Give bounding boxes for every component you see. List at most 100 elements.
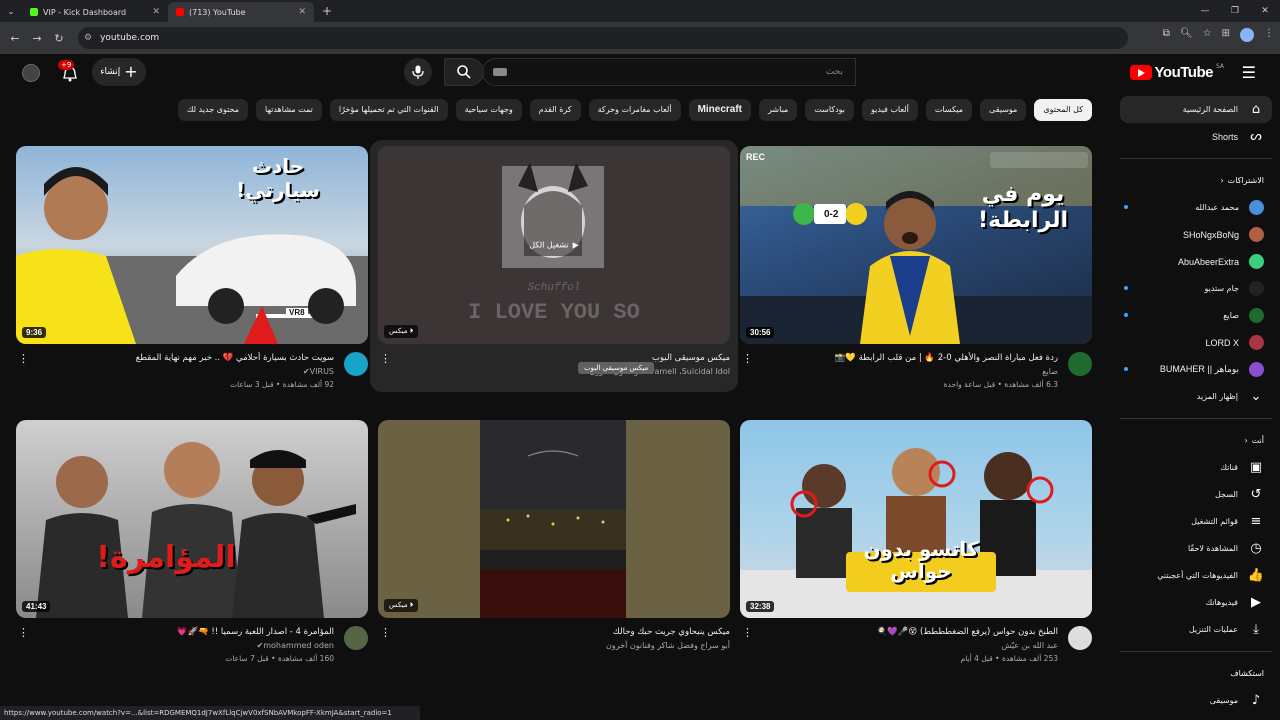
filter-chip[interactable]: كل المحتوى [1034, 99, 1092, 121]
back-icon[interactable]: ← [4, 32, 26, 45]
video-card[interactable]: كاتسو بدون حواس 32:38 الطبخ بدون حواس (ي… [740, 420, 1092, 678]
tab-close-icon[interactable]: ✕ [298, 7, 306, 17]
filter-chip[interactable]: Minecraft [688, 99, 752, 121]
more-actions-icon[interactable]: ⋮ [18, 626, 29, 639]
sidebar-item[interactable]: ▶ فيديوهاتك [1120, 589, 1272, 616]
sidebar-item[interactable]: ↺ السجل [1120, 481, 1272, 508]
sidebar-item-shorts[interactable]: ᔕ Shorts [1120, 123, 1272, 150]
sidebar-subscription-item[interactable]: صايع [1120, 302, 1272, 329]
filter-chip[interactable]: كرة القدم [529, 99, 581, 121]
play-all-overlay[interactable]: تشغيل الكل ▶ [529, 241, 579, 250]
video-thumbnail[interactable]: Schuffol I LOVE YOU SO تشغيل الكل ▶ ميكس… [378, 146, 730, 344]
channel-avatar[interactable] [1068, 626, 1092, 650]
address-bar[interactable]: ⚙ youtube.com [78, 27, 1128, 49]
more-actions-icon[interactable]: ⋮ [742, 626, 753, 639]
youtube-logo[interactable]: YouTube SA [1129, 63, 1224, 81]
more-actions-icon[interactable]: ⋮ [380, 352, 391, 365]
sidebar-subscription-item[interactable]: بوماهر || BUMAHER [1120, 356, 1272, 383]
sidebar-show-more[interactable]: ⌄ إظهار المزيد [1120, 383, 1272, 410]
video-card[interactable]: REC 0-2 يوم في الرابطة! 30:56 ردة فعل مب… [740, 146, 1092, 404]
mix-card[interactable]: ميكس ⏵ ميكس ينبحاوي جريت حبك وحالك أبو س… [378, 420, 730, 678]
video-title[interactable]: ميكس موسيقى البوب [394, 352, 730, 365]
search-button[interactable] [444, 58, 484, 86]
more-actions-icon[interactable]: ⋮ [380, 626, 391, 639]
sidebar-item[interactable]: ⤓ عمليات التنزيل [1120, 616, 1272, 643]
logo-wordmark: YouTube [1154, 64, 1214, 81]
filter-chip[interactable]: موسيقى [980, 99, 1027, 121]
channel-avatar[interactable] [344, 352, 368, 376]
browser-tab-kick[interactable]: VIP - Kick Dashboard ✕ [22, 2, 168, 22]
sidebar-subscription-item[interactable]: SHoNgxBoNg [1120, 221, 1272, 248]
video-title[interactable]: ردة فعل مباراة النصر والأهلي 0-2 🔥 | من … [756, 352, 1058, 365]
sidebar-item[interactable]: ♪ موسيقى [1120, 687, 1272, 714]
channel-name[interactable]: VIRUS✔ [16, 365, 334, 379]
kick-favicon-icon [30, 8, 38, 16]
filter-chip[interactable]: القنوات التي تم تحميلها مؤخرًا [329, 99, 448, 121]
voice-search-button[interactable] [404, 58, 432, 86]
sidebar-item[interactable]: 👍 الفيديوهات التي أعجبتني [1120, 562, 1272, 589]
minimize-icon[interactable]: — [1190, 0, 1220, 22]
filter-chip[interactable]: مباشر [759, 99, 798, 121]
sidebar-you-header[interactable]: أنت ‹ [1120, 427, 1272, 454]
cast-icon[interactable]: ⧉ [1163, 28, 1170, 42]
more-actions-icon[interactable]: ⋮ [18, 352, 29, 365]
keyboard-icon[interactable] [493, 68, 507, 76]
filter-chip[interactable]: ألعاب مغامرات وحركة [588, 99, 681, 121]
browser-tab-youtube[interactable]: (713) YouTube ✕ [168, 2, 314, 22]
video-title[interactable]: المؤامرة 4 - اصدار اللعبة رسميا !! 🔫🚀💗 [32, 626, 334, 639]
filter-chip[interactable]: ألعاب فيديو [862, 99, 918, 121]
tab-list-icon[interactable]: ⌄ [0, 7, 22, 16]
reload-icon[interactable]: ↻ [48, 32, 70, 45]
sidebar-item[interactable]: ≡ قوائم التشغيل [1120, 508, 1272, 535]
hamburger-menu-icon[interactable]: ☰ [1242, 63, 1256, 82]
video-stats: 92 ألف مشاهدة • قبل 3 ساعات [230, 380, 334, 389]
create-button[interactable]: إنشاء + [92, 58, 146, 86]
tab-close-icon[interactable]: ✕ [152, 7, 160, 17]
video-thumbnail[interactable]: ميكس ⏵ [378, 420, 730, 618]
filter-chip[interactable]: بودكاست [805, 99, 855, 121]
channel-avatar [1249, 335, 1264, 350]
sidebar-item[interactable]: ▣ قناتك [1120, 454, 1272, 481]
channel-avatar[interactable] [1068, 352, 1092, 376]
filter-chip[interactable]: محتوى جديد لك [177, 99, 248, 121]
sidebar-subscription-item[interactable]: LORD X [1120, 329, 1272, 356]
browser-menu-icon[interactable]: ⋮ [1264, 28, 1274, 42]
sidebar-item-home[interactable]: ⌂ الصفحة الرئيسية [1120, 96, 1272, 123]
extensions-icon[interactable]: ⊞ [1222, 28, 1230, 42]
maximize-icon[interactable]: ❐ [1220, 0, 1250, 22]
channel-name[interactable]: صايع [740, 365, 1058, 379]
status-url: https://www.youtube.com/watch?v=...&list… [4, 709, 392, 717]
channel-name[interactable]: mohammed oden✔ [16, 639, 334, 653]
video-thumbnail[interactable]: المؤامرة! 41:43 [16, 420, 368, 618]
sidebar-subscriptions-header[interactable]: الاشتراكات ‹ [1120, 167, 1272, 194]
filter-chip[interactable]: تمت مشاهدتها [256, 99, 322, 121]
video-title[interactable]: الطبخ بدون حواس (يرفع الضغطططط) 😵🎤💜🍳 [756, 626, 1058, 639]
video-title[interactable]: ميكس ينبحاوي جريت حبك وحالك [394, 626, 730, 639]
sidebar-subscription-item[interactable]: AbuAbeerExtra [1120, 248, 1272, 275]
close-window-icon[interactable]: ✕ [1250, 0, 1280, 22]
channel-name[interactable]: عبد الله بن عيّش [740, 639, 1058, 653]
bookmark-star-icon[interactable]: ☆ [1203, 28, 1212, 42]
sidebar-subscription-item[interactable]: جام ستديو [1120, 275, 1272, 302]
video-thumbnail[interactable]: REC 0-2 يوم في الرابطة! 30:56 [740, 146, 1092, 344]
mix-card[interactable]: Schuffol I LOVE YOU SO تشغيل الكل ▶ ميكس… [378, 146, 730, 404]
channel-avatar[interactable] [344, 626, 368, 650]
video-card[interactable]: VR8 حادث سيارتي! 9:36 سويت حادث بسيارة أ… [16, 146, 368, 404]
sidebar-subscription-item[interactable]: محمد عبدالله [1120, 194, 1272, 221]
video-thumbnail[interactable]: VR8 حادث سيارتي! 9:36 [16, 146, 368, 344]
video-card[interactable]: المؤامرة! 41:43 المؤامرة 4 - اصدار اللعب… [16, 420, 368, 678]
sidebar-item[interactable]: ◷ المشاهدة لاحقًا [1120, 535, 1272, 562]
more-actions-icon[interactable]: ⋮ [742, 352, 753, 365]
new-tab-icon[interactable]: + [322, 4, 332, 18]
video-thumbnail[interactable]: كاتسو بدون حواس 32:38 [740, 420, 1092, 618]
filter-chip[interactable]: وجهات سياحية [455, 99, 522, 121]
video-title[interactable]: سويت حادث بسيارة أحلامي 💔 .. خبر مهم نها… [32, 352, 334, 365]
filter-chip[interactable]: ميكسات [925, 99, 973, 121]
account-avatar[interactable] [22, 64, 40, 82]
forward-icon[interactable]: → [26, 32, 48, 45]
zoom-icon[interactable]: 🔍︎ [1180, 28, 1193, 42]
search-input[interactable] [543, 67, 843, 77]
notifications-button[interactable]: +9 [58, 60, 82, 86]
site-info-icon[interactable]: ⚙ [84, 33, 92, 43]
profile-avatar-icon[interactable] [1240, 28, 1254, 42]
